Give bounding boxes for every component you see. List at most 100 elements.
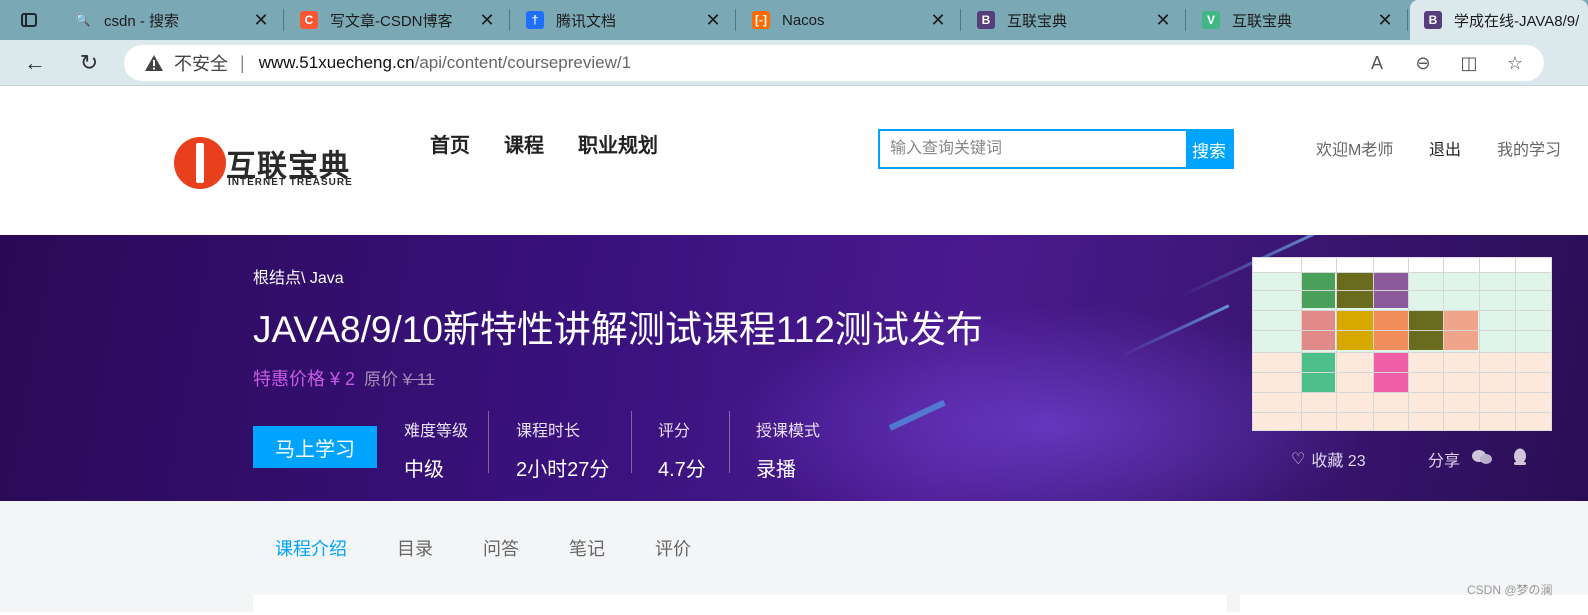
- stat-value: 录播: [756, 459, 796, 481]
- tab-reviews[interactable]: 评价: [655, 535, 691, 561]
- heart-icon: ♡: [1291, 451, 1306, 468]
- tab-separator: [960, 9, 961, 31]
- browser-tab-title: 腾讯文档: [556, 12, 617, 30]
- cover-grid-line: [1253, 392, 1551, 393]
- logo-subtext: INTERNET TREASURE: [228, 177, 353, 188]
- stat-rating: 评分 4.7分: [658, 415, 706, 481]
- tab-separator: [1407, 9, 1408, 31]
- stat-difficulty: 难度等级 中级: [404, 415, 468, 481]
- url-field[interactable]: 不安全 | www.51xuecheng.cn/api/content/cour…: [124, 45, 1544, 81]
- watermark: CSDN @梦の澜: [1467, 583, 1553, 597]
- wechat-icon[interactable]: [1472, 449, 1493, 470]
- bootstrap-icon: B: [977, 11, 995, 29]
- bootstrap-icon: B: [1424, 11, 1442, 29]
- tab-separator: [283, 9, 284, 31]
- cover-grid-line: [1253, 310, 1551, 311]
- close-tab-icon[interactable]: ✕: [1152, 10, 1174, 31]
- course-tabs: 课程介绍 目录 问答 笔记 评价: [275, 535, 741, 561]
- nav-career[interactable]: 职业规划: [578, 129, 658, 158]
- close-tab-icon[interactable]: ✕: [476, 10, 498, 31]
- tab-separator: [509, 9, 510, 31]
- close-tab-icon[interactable]: ✕: [250, 10, 272, 31]
- stat-value: 2小时27分: [516, 459, 610, 481]
- read-aloud-icon[interactable]: A: [1366, 53, 1388, 74]
- discount-price: 特惠价格 ¥ 2: [253, 369, 356, 389]
- stat-mode: 授课模式 录播: [756, 415, 820, 481]
- cover-grid-line: [1253, 272, 1551, 273]
- start-learning-button[interactable]: 马上学习: [253, 426, 377, 468]
- zoom-out-icon[interactable]: ⊖: [1412, 53, 1434, 74]
- course-title: JAVA8/9/10新特性讲解测试课程112测试发布: [253, 309, 983, 350]
- qq-icon[interactable]: [1512, 448, 1528, 471]
- content-card: [253, 595, 1227, 615]
- search-box: 搜索: [878, 129, 1234, 169]
- welcome-text[interactable]: 欢迎M老师: [1316, 136, 1393, 160]
- close-tab-icon[interactable]: ✕: [1374, 10, 1396, 31]
- tab-actions-icon[interactable]: [14, 8, 44, 32]
- cover-grid-line: [1253, 412, 1551, 413]
- breadcrumb[interactable]: 根结点\ Java: [253, 264, 344, 288]
- browser-tab[interactable]: C 写文章-CSDN博客 ✕: [286, 0, 510, 40]
- stat-value: 中级: [404, 459, 444, 481]
- stat-label: 评分: [658, 423, 691, 440]
- url-path: /api/content/coursepreview/1: [414, 53, 632, 72]
- nav-courses[interactable]: 课程: [504, 129, 544, 158]
- cover-grid-line: [1336, 258, 1337, 430]
- tab-separator: [735, 9, 736, 31]
- price: 特惠价格 ¥ 2 原价 ¥ 11: [253, 365, 435, 391]
- original-price-value: ¥ 11: [402, 370, 435, 389]
- warning-icon[interactable]: [144, 53, 164, 73]
- share-control: 分享: [1428, 447, 1528, 471]
- course-banner: 根结点\ Java JAVA8/9/10新特性讲解测试课程112测试发布 特惠价…: [0, 235, 1588, 501]
- search-button[interactable]: 搜索: [1186, 131, 1232, 167]
- split-screen-icon[interactable]: ◫: [1458, 53, 1480, 74]
- cover-grid-line: [1253, 352, 1551, 353]
- original-price: 原价 ¥ 11: [364, 370, 435, 389]
- close-tab-icon[interactable]: ✕: [927, 10, 949, 31]
- course-cover-image: [1252, 257, 1552, 431]
- favorite-add-icon[interactable]: ☆: [1504, 53, 1526, 74]
- sidebar-card: [1240, 595, 1588, 615]
- browser-tab-title: csdn - 搜索: [104, 12, 180, 30]
- tab-qa[interactable]: 问答: [483, 535, 519, 561]
- favorite-button[interactable]: ♡ 收藏 23: [1291, 447, 1366, 471]
- cover-grid-line: [1479, 258, 1480, 430]
- browser-tab[interactable]: 🔍 csdn - 搜索 ✕: [60, 0, 284, 40]
- browser-tab[interactable]: B 学成在线-JAVA8/9/: [1410, 0, 1588, 40]
- site-logo[interactable]: 互联宝典 INTERNET TREASURE: [168, 135, 368, 195]
- tab-catalog[interactable]: 目录: [397, 535, 433, 561]
- cover-grid-line: [1408, 258, 1409, 430]
- stat-duration: 课程时长 2小时27分: [516, 415, 610, 481]
- close-tab-icon[interactable]: ✕: [702, 10, 724, 31]
- original-price-label: 原价: [364, 370, 399, 389]
- logout-link[interactable]: 退出: [1429, 136, 1461, 160]
- vue-icon: V: [1202, 11, 1220, 29]
- insecure-label[interactable]: 不安全: [174, 50, 228, 76]
- share-label: 分享: [1428, 453, 1461, 470]
- site-header: 互联宝典 INTERNET TREASURE 首页 课程 职业规划 搜索 欢迎M…: [0, 87, 1588, 235]
- tab-separator: [1185, 9, 1186, 31]
- url-host: www.51xuecheng.cn: [258, 53, 415, 72]
- browser-tab[interactable]: B 互联宝典 ✕: [963, 0, 1186, 40]
- main-nav: 首页 课程 职业规划: [430, 129, 658, 158]
- stat-value: 4.7分: [658, 459, 706, 481]
- search-icon: 🔍: [75, 13, 91, 27]
- browser-tab-title: 互联宝典: [1232, 12, 1293, 30]
- my-learning-link[interactable]: 我的学习: [1497, 136, 1561, 160]
- favorite-count: 收藏 23: [1311, 453, 1366, 470]
- cover-grid-line: [1253, 330, 1551, 331]
- back-icon[interactable]: ←: [20, 49, 50, 77]
- browser-tab-title: 互联宝典: [1007, 12, 1068, 30]
- csdn-icon: C: [300, 11, 318, 29]
- tab-intro[interactable]: 课程介绍: [275, 535, 347, 561]
- refresh-icon[interactable]: ↻: [74, 49, 104, 77]
- nav-home[interactable]: 首页: [430, 129, 470, 158]
- tab-notes[interactable]: 笔记: [569, 535, 605, 561]
- browser-tab[interactable]: [-] Nacos ✕: [738, 0, 961, 40]
- cover-grid-line: [1253, 372, 1551, 373]
- browser-tab[interactable]: V 互联宝典 ✕: [1188, 0, 1408, 40]
- search-input[interactable]: [880, 131, 1186, 167]
- browser-tab[interactable]: † 腾讯文档 ✕: [512, 0, 736, 40]
- browser-tab-title: Nacos: [782, 11, 825, 29]
- cover-grid-line: [1443, 258, 1444, 430]
